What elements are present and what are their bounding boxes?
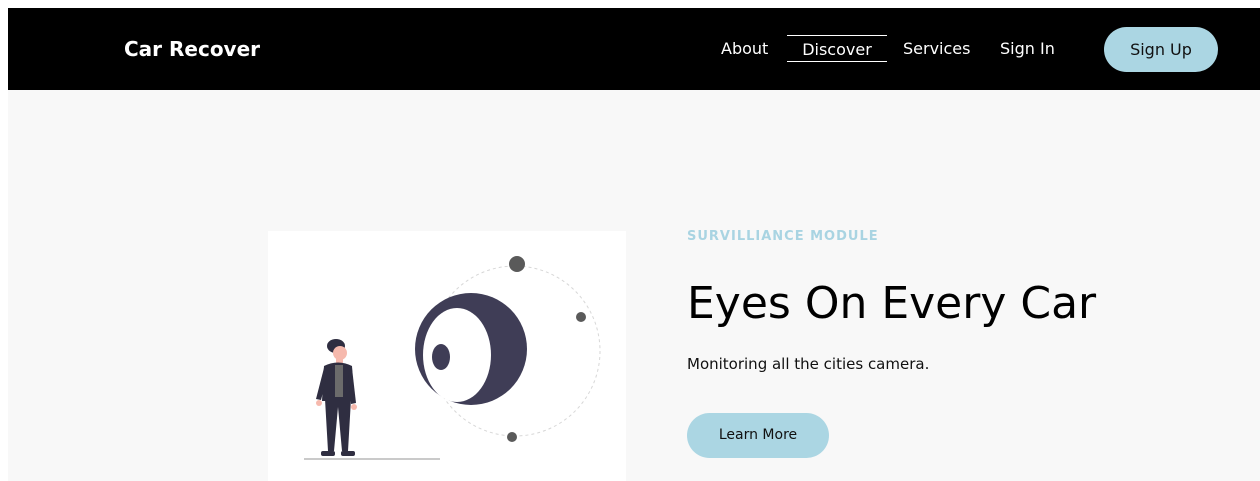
navbar: Car Recover About Discover Services Sign… xyxy=(8,8,1260,90)
section-eyebrow: SURVILLIANCE MODULE xyxy=(687,229,879,244)
surveillance-eye-illustration xyxy=(304,256,601,460)
nav-link-services[interactable]: Services xyxy=(903,38,970,60)
hero-section: SURVILLIANCE MODULE Eyes On Every Car Mo… xyxy=(8,90,1260,481)
nav-link-about[interactable]: About xyxy=(721,38,768,60)
orbit-dot-right xyxy=(576,312,586,322)
eye-pupil xyxy=(432,344,450,370)
page-top-strip xyxy=(0,0,1260,8)
hero-subtext: Monitoring all the cities camera. xyxy=(687,355,930,373)
hero-illustration xyxy=(268,231,626,481)
sign-up-button[interactable]: Sign Up xyxy=(1104,27,1218,72)
hero-headline: Eyes On Every Car xyxy=(687,278,1097,329)
learn-more-button[interactable]: Learn More xyxy=(687,413,829,458)
brand-logo[interactable]: Car Recover xyxy=(124,36,260,62)
orbit-dot-bottom xyxy=(507,432,517,442)
nav-link-discover[interactable]: Discover xyxy=(787,35,887,62)
nav-link-sign-in[interactable]: Sign In xyxy=(1000,38,1055,60)
person-figure xyxy=(316,339,357,456)
orbit-dot-large xyxy=(509,256,525,272)
